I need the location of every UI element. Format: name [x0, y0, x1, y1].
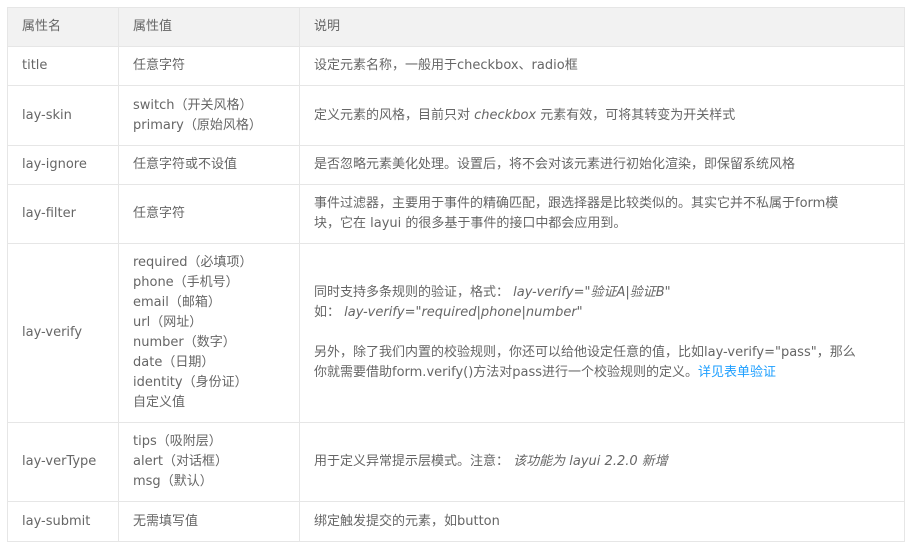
header-row: 属性名 属性值 说明	[7, 7, 905, 47]
desc-emphasis: lay-verify="required|phone|number"	[344, 305, 583, 320]
value-item: required（必填项）	[133, 255, 253, 270]
attr-value-cell: tips（吸附层） alert（对话框） msg（默认）	[118, 422, 300, 502]
attributes-table: 属性名 属性值 说明 title 任意字符 设定元素名称，一般用于checkbo…	[7, 7, 905, 542]
header-attr-name: 属性名	[7, 7, 119, 47]
attr-name-cell: lay-verType	[7, 422, 119, 502]
table-row: lay-verType tips（吸附层） alert（对话框） msg（默认）…	[7, 422, 905, 502]
attr-desc-cell: 是否忽略元素美化处理。设置后，将不会对该元素进行初始化渲染，即保留系统风格	[299, 145, 905, 185]
table-row: lay-skin switch（开关风格） primary（原始风格） 定义元素…	[7, 85, 905, 146]
desc-emphasis: 该功能为 layui 2.2.0 新增	[513, 454, 668, 469]
desc-line: 事件过滤器，主要用于事件的精确匹配，跟选择器是比较类似的。其实它并不私属于for…	[314, 196, 839, 211]
table-row: lay-submit 无需填写值 绑定触发提交的元素，如button	[7, 501, 905, 542]
desc-emphasis: checkbox	[474, 107, 537, 123]
header-description: 说明	[299, 7, 905, 47]
attr-name-cell: lay-skin	[7, 85, 119, 146]
attr-name-cell: lay-ignore	[7, 145, 119, 185]
desc-text: 你就需要借助form.verify()方法对pass进行一个校验规则的定义。	[314, 365, 699, 380]
desc-text: 同时支持多条规则的验证，格式：	[314, 285, 510, 300]
desc-paragraph: 同时支持多条规则的验证，格式： lay-verify="验证A|验证B" 如： …	[314, 283, 890, 323]
attr-value-cell: 任意字符或不设值	[118, 145, 300, 185]
table-row: lay-filter 任意字符 事件过滤器，主要用于事件的精确匹配，跟选择器是比…	[7, 184, 905, 244]
attr-value-cell: switch（开关风格） primary（原始风格）	[118, 85, 300, 146]
value-item: primary（原始风格）	[133, 117, 262, 133]
desc-text: 元素有效，可将其转变为开关样式	[536, 107, 736, 123]
value-item: identity（身份证）	[133, 375, 248, 390]
attr-desc-cell: 定义元素的风格，目前只对 checkbox 元素有效，可将其转变为开关样式	[299, 85, 905, 146]
value-item: msg（默认）	[133, 474, 213, 489]
value-item: 自定义值	[133, 395, 186, 410]
desc-line: 另外，除了我们内置的校验规则，你还可以给他设定任意的值，比如lay-verify…	[314, 345, 856, 360]
table-row: lay-verify required（必填项） phone（手机号） emai…	[7, 243, 905, 423]
attr-value-cell: 任意字符	[118, 46, 300, 86]
value-item: email（邮箱）	[133, 295, 221, 310]
desc-line: 如： lay-verify="required|phone|number"	[314, 303, 890, 323]
desc-paragraph: 另外，除了我们内置的校验规则，你还可以给他设定任意的值，比如lay-verify…	[314, 343, 890, 383]
desc-line: 块，它在 layui 的很多基于事件的接口中都会应用到。	[314, 216, 627, 231]
header-attr-value: 属性值	[118, 7, 300, 47]
attr-name-cell: lay-verify	[7, 243, 119, 423]
desc-text: 定义元素的风格，目前只对	[314, 107, 475, 123]
value-item: number（数字）	[133, 335, 236, 350]
value-item: alert（对话框）	[133, 454, 229, 469]
attr-desc-cell: 绑定触发提交的元素，如button	[299, 501, 905, 542]
attr-value-cell: required（必填项） phone（手机号） email（邮箱） url（网…	[118, 243, 300, 423]
desc-text: 如：	[314, 305, 341, 320]
desc-line: 同时支持多条规则的验证，格式： lay-verify="验证A|验证B"	[314, 283, 890, 303]
desc-emphasis: lay-verify="验证A|验证B"	[513, 285, 671, 300]
value-item: url（网址）	[133, 315, 203, 330]
value-item: switch（开关风格）	[133, 97, 253, 113]
attr-name-cell: lay-filter	[7, 184, 119, 244]
attr-desc-cell: 事件过滤器，主要用于事件的精确匹配，跟选择器是比较类似的。其实它并不私属于for…	[299, 184, 905, 244]
attr-name-cell: title	[7, 46, 119, 86]
table-row: title 任意字符 设定元素名称，一般用于checkbox、radio框	[7, 46, 905, 86]
attr-value-cell: 无需填写值	[118, 501, 300, 542]
attr-desc-cell: 用于定义异常提示层模式。注意： 该功能为 layui 2.2.0 新增	[299, 422, 905, 502]
desc-line: 你就需要借助form.verify()方法对pass进行一个校验规则的定义。详见…	[314, 363, 890, 383]
table-row: lay-ignore 任意字符或不设值 是否忽略元素美化处理。设置后，将不会对该…	[7, 145, 905, 185]
value-item: phone（手机号）	[133, 275, 239, 290]
form-verify-docs-link[interactable]: 详见表单验证	[698, 365, 776, 380]
value-item: date（日期）	[133, 355, 215, 370]
desc-text: 用于定义异常提示层模式。注意：	[314, 454, 510, 469]
value-item: tips（吸附层）	[133, 434, 222, 449]
attr-name-cell: lay-submit	[7, 501, 119, 542]
table-header: 属性名 属性值 说明	[7, 7, 905, 47]
attr-value-cell: 任意字符	[118, 184, 300, 244]
attr-desc-cell: 设定元素名称，一般用于checkbox、radio框	[299, 46, 905, 86]
attr-desc-cell: 同时支持多条规则的验证，格式： lay-verify="验证A|验证B" 如： …	[299, 243, 905, 423]
